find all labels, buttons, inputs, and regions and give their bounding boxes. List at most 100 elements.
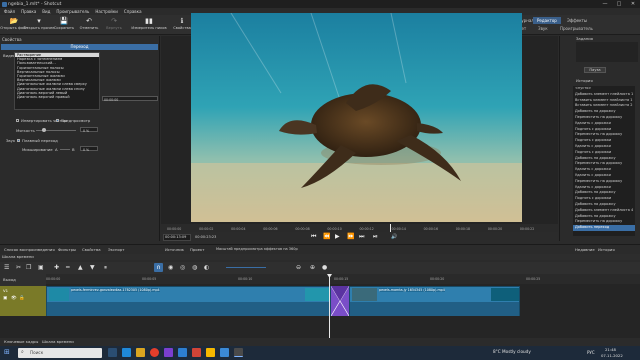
mute-icon[interactable]: ▣ [3,296,7,301]
layout-sub-player[interactable]: Проигрыватель [560,26,593,31]
hide-icon[interactable]: 👁 [11,296,17,301]
maximize-button[interactable]: □ [612,0,626,8]
record-icon[interactable]: ● [322,264,327,271]
duration-field[interactable]: 00:00:00 [102,96,158,102]
toolbar-button-1[interactable]: ▾ Открыть прочее [24,16,55,34]
layout-tab-effects[interactable]: Эффекты [563,17,591,24]
remove-icon[interactable]: ━ [66,264,70,271]
tab-properties[interactable]: Свойства [82,247,101,252]
timeline-ruler[interactable]: 00:00:00 00:00:05 00:00:10 00:00:15 00:0… [46,274,640,284]
tab-history[interactable]: История [598,247,615,252]
tab-filters[interactable]: Фильтры [58,247,76,252]
tab-playlist[interactable]: Список воспроизведения [4,247,55,252]
history-item[interactable]: Добавить элемент плейлиста 1 [573,92,635,98]
tab-recent[interactable]: Недавние [575,247,595,252]
clock-time[interactable]: 21:48 [605,347,616,352]
app-icon-yellow[interactable] [206,348,215,357]
timeline-menu-icon[interactable]: ☰ [4,264,9,271]
player-ruler[interactable]: 00:00:00 00:00:02 00:00:04 00:00:06 00:00:08… [161,224,558,232]
app-icon-red[interactable] [192,348,201,357]
rewind-button[interactable]: ⏪ [323,233,330,240]
play-button[interactable]: ▶ [335,233,340,240]
paste-icon[interactable]: ▣ [38,264,44,271]
taskbar-search[interactable]: ⌕ Поиск [18,348,102,358]
fast-forward-button[interactable]: ⏩ [347,233,354,240]
mix-slider[interactable] [60,149,70,150]
clip-1[interactable]: pexels-ferminrev-gonzalezdiaz-1782305 (1… [46,286,331,316]
chrome-icon[interactable] [150,348,159,357]
crossfade-checkbox[interactable] [17,139,20,142]
ripple-icon[interactable]: ◎ [180,264,185,271]
clip-2[interactable]: pexels-mamta-jy 1654345 (1080p).mp4 [349,286,520,316]
transition-type-item[interactable]: Диагональ верхний правый [15,95,99,99]
menu-view[interactable]: Вид [42,9,50,14]
toolbar-button-0[interactable]: 📂 Открыть файл [0,16,27,34]
transition-clip[interactable] [330,285,350,317]
minimize-button[interactable]: — [598,0,612,8]
split-icon[interactable]: ⏸ [104,264,107,272]
pause-button[interactable]: Пауза [584,67,606,73]
weather-text[interactable]: 8°C Mostly cloudy [493,349,531,354]
history-item[interactable]: Добавить элемент плейлиста 4 [573,208,635,214]
tab-timeline[interactable]: Шкала времени [42,339,74,344]
layout-sub-audio[interactable]: Звук [538,26,548,31]
ripple-all-icon[interactable]: ◍ [192,264,197,271]
shotcut-taskbar-icon[interactable] [234,348,243,357]
app-icon-purple[interactable] [164,348,173,357]
invert-checkbox[interactable] [16,119,19,122]
player-playhead[interactable] [390,224,391,232]
video-frame[interactable] [191,13,522,222]
history-list[interactable]: <пусто> Добавить элемент плейлиста 1 Встав… [573,86,635,236]
lift-icon[interactable]: ▲ [78,264,83,271]
softness-slider-handle[interactable] [42,128,46,132]
layout-tab-editing[interactable]: Редактор [533,17,561,24]
zoom-slider[interactable] [226,267,266,268]
explorer-icon[interactable] [136,348,145,357]
menu-help[interactable]: Справка [124,9,142,14]
softness-field[interactable]: 0 % [80,127,98,133]
menu-player[interactable]: Проигрыватель [56,9,89,14]
menu-file[interactable]: Файл [4,9,15,14]
scrub-icon[interactable]: ◉ [168,264,173,271]
clock-date[interactable]: 07.11.2022 [601,353,623,358]
snap-icon[interactable]: ∩ [154,263,163,272]
store-icon[interactable] [220,348,229,357]
timeline-playhead[interactable] [329,274,330,338]
menu-edit[interactable]: Правка [21,9,36,14]
lock-icon[interactable]: 🔒 [19,296,25,301]
jobs-tab[interactable]: Задания [576,36,593,41]
close-button[interactable]: ✕ [626,0,640,8]
toolbar-button-4[interactable]: ↷ Вернуть [102,16,126,34]
toggle-zoom-button[interactable]: ⏯ [373,233,378,241]
skip-back-button[interactable]: ⏮ [311,233,316,241]
tab-keyframes[interactable]: Ключевые кадры [4,339,38,344]
zoom-out-icon[interactable]: ⊖ [296,264,301,271]
zoom-in-icon[interactable]: ⊕ [310,264,315,271]
tab-project[interactable]: Проект [190,247,204,252]
transition-type-item[interactable]: Диагональные жалюзи слева сверху [15,82,99,86]
toolbar-button-3[interactable]: ↶ Отменить [77,16,101,34]
volume-icon[interactable]: 🔊 [391,234,397,240]
language-indicator[interactable]: РУС [587,350,595,355]
skip-forward-button[interactable]: ⏭ [359,233,364,241]
append-icon[interactable]: ✚ [54,264,59,271]
cut-icon[interactable]: ✂ [16,264,21,271]
history-item[interactable]: Добавить переход [573,225,635,231]
ripple-markers-icon[interactable]: ◐ [204,264,209,271]
task-view-icon[interactable] [108,348,117,357]
tab-source[interactable]: Источник [165,247,184,252]
menu-settings[interactable]: Настройки [95,9,118,14]
tab-export[interactable]: Экспорт [108,247,124,252]
toolbar-button-5[interactable]: ▮▮ Измеритель пиков [131,16,166,34]
preview-checkbox[interactable] [56,119,59,122]
track-header-v1[interactable]: V1 ▣ 👁 🔒 [0,286,46,316]
mail-icon[interactable] [178,348,187,357]
start-icon[interactable]: ⊞ [4,349,10,356]
transition-type-list[interactable]: Растворение Нарезка с затемнением Пользова… [14,52,100,110]
copy-icon[interactable]: ❐ [26,264,31,271]
mix-field[interactable]: 0 % [80,146,98,152]
overwrite-icon[interactable]: ▼ [90,264,95,271]
toolbar-button-2[interactable]: 💾 Сохранить [52,16,76,34]
edge-icon[interactable] [122,348,131,357]
timecode-field[interactable]: 00:00:13:09 [163,234,191,241]
